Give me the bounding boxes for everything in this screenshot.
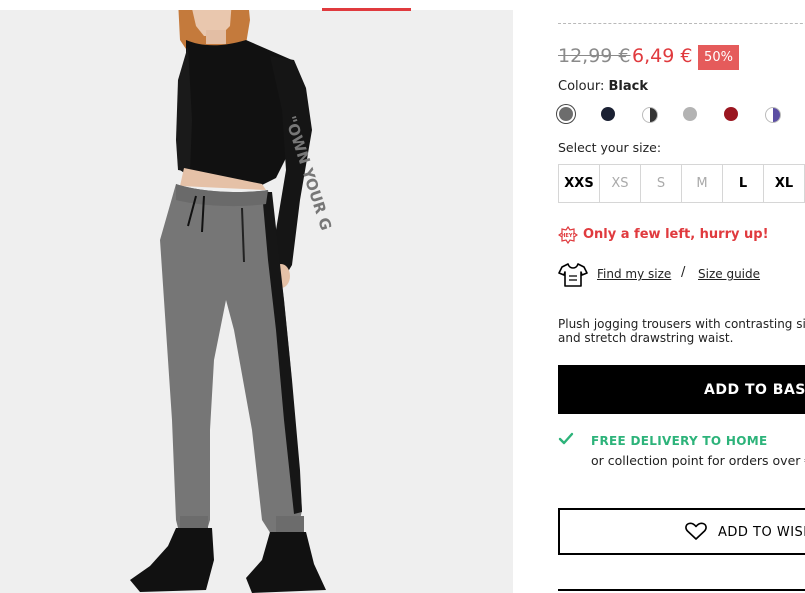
add-to-basket-label: ADD TO BASKET	[704, 381, 805, 398]
size-option-xxs[interactable]: XXS	[559, 165, 600, 202]
swatch-black-white[interactable]	[642, 107, 658, 123]
free-delivery-title: FREE DELIVERY TO HOME	[591, 434, 768, 448]
sale-price: 6,49 €	[632, 45, 693, 67]
size-option-s[interactable]: S	[641, 165, 682, 202]
add-to-wishlist-label: ADD TO WISHLIST	[718, 525, 805, 540]
add-to-basket-button[interactable]: ADD TO BASKET	[558, 365, 805, 414]
add-to-wishlist-button[interactable]: ADD TO WISHLIST	[558, 508, 805, 555]
product-photo: "OWN YOUR G	[0, 0, 513, 593]
active-tab-indicator	[322, 8, 411, 11]
discount-badge: 50%	[698, 45, 739, 70]
heart-icon	[685, 522, 707, 540]
size-option-l[interactable]: L	[723, 165, 764, 202]
product-details-panel: 12,99 € 6,49 € 50% Colour: Black Select …	[513, 0, 805, 593]
product-description: Plush jogging trousers with contrasting …	[558, 317, 805, 345]
svg-text:HEY!: HEY!	[561, 233, 575, 239]
swatch-light-grey[interactable]	[683, 107, 697, 121]
next-button-border	[558, 589, 805, 591]
product-image[interactable]: "OWN YOUR G	[0, 0, 513, 593]
swatch-dark-grey[interactable]	[559, 107, 573, 121]
free-delivery-subtitle: or collection point for orders over €	[591, 453, 805, 468]
selected-colour: Black	[608, 79, 648, 94]
divider	[558, 23, 805, 24]
hey-badge-icon: HEY!	[558, 226, 578, 244]
find-my-size-link[interactable]: Find my size	[597, 267, 671, 281]
swatch-purple-white[interactable]	[765, 107, 781, 123]
colour-label: Colour: Black	[558, 79, 648, 94]
check-icon	[558, 432, 574, 445]
low-stock-message: Only a few left, hurry up!	[583, 227, 769, 242]
link-separator: /	[681, 265, 686, 280]
size-option-m[interactable]: M	[682, 165, 723, 202]
swatch-burgundy[interactable]	[724, 107, 738, 121]
size-label: Select your size:	[558, 140, 662, 155]
swatch-navy[interactable]	[601, 107, 615, 121]
size-guide-link[interactable]: Size guide	[698, 267, 760, 281]
original-price: 12,99 €	[558, 45, 631, 67]
size-option-xl[interactable]: XL	[764, 165, 804, 202]
size-option-xs[interactable]: XS	[600, 165, 641, 202]
tshirt-icon	[558, 263, 588, 287]
size-selector: XXS XS S M L XL	[558, 164, 805, 203]
